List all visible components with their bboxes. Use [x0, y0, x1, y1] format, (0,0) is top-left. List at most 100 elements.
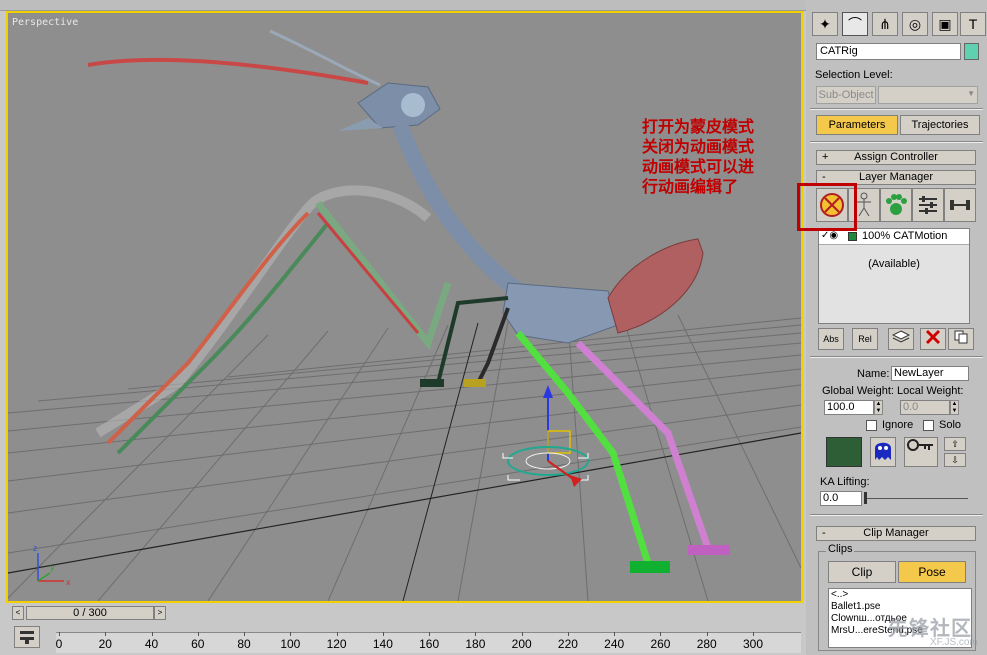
expand-icon: + — [822, 151, 829, 163]
selection-level-label: Selection Level: — [815, 69, 893, 81]
move-layer-up-button[interactable]: ⇧ — [944, 437, 966, 451]
layer-color-icon — [848, 232, 857, 241]
trajectories-tab[interactable]: Trajectories — [900, 115, 980, 135]
track-tick — [105, 632, 107, 636]
track-tick-label: 280 — [696, 637, 717, 651]
copy-layer-button[interactable] — [948, 328, 974, 350]
next-frame-button[interactable]: > — [154, 606, 166, 620]
clip-manager-rollout[interactable]: - Clip Manager — [816, 526, 976, 541]
solo-label: Solo — [939, 419, 962, 431]
track-tick-label: 20 — [98, 637, 112, 651]
stack-icon — [891, 330, 911, 343]
separator — [810, 141, 983, 143]
create-tab-icon[interactable]: ✦ — [812, 12, 838, 36]
track-tick — [660, 632, 662, 636]
perspective-viewport[interactable]: z x y Perspective — [6, 11, 803, 603]
track-tick — [521, 632, 523, 636]
sub-object-dropdown[interactable] — [878, 86, 978, 104]
layer-name-field[interactable]: NewLayer — [891, 366, 969, 381]
track-bar[interactable]: 0 20 40 60 80 100 120 140 160 180 200 220 240 260 280 3… — [8, 622, 803, 655]
dumbbell-icon — [950, 200, 970, 210]
track-tick — [614, 632, 616, 636]
watermark-sub: XF.JS.com — [930, 637, 978, 648]
ignore-checkbox[interactable] — [866, 420, 877, 431]
local-weight-field[interactable]: 0.0 — [900, 400, 950, 415]
svg-text:x: x — [66, 578, 71, 587]
layer-visibility-icon[interactable]: ✓◉ — [821, 230, 838, 241]
sliders-icon — [919, 196, 937, 214]
viewport-label[interactable]: Perspective — [12, 17, 78, 28]
solo-checkbox[interactable] — [923, 420, 934, 431]
separator — [810, 514, 983, 516]
parameters-tab[interactable]: Parameters — [816, 115, 898, 135]
assign-controller-rollout[interactable]: + Assign Controller — [816, 150, 976, 165]
weights-button[interactable] — [944, 188, 976, 222]
utilities-tab-icon[interactable]: T — [960, 12, 986, 36]
display-tab-icon[interactable]: ▣ — [932, 12, 958, 36]
separator — [810, 356, 983, 358]
global-weight-spinner[interactable]: ▲ ▼ — [874, 400, 883, 415]
modify-tab-icon[interactable]: ⌒ — [842, 12, 868, 36]
prev-frame-button[interactable]: < — [12, 606, 24, 620]
layer-color-swatch[interactable] — [826, 437, 862, 467]
ghost-icon — [875, 442, 891, 460]
clip-list-item[interactable]: <..> — [831, 589, 971, 601]
track-tick — [197, 632, 199, 636]
global-weight-field[interactable]: 100.0 — [824, 400, 874, 415]
local-weight-label: Local Weight: — [897, 385, 964, 397]
layer-list[interactable]: ✓◉ 100% CATMotion (Available) — [818, 228, 970, 324]
move-layer-down-button[interactable]: ⇩ — [944, 453, 966, 467]
track-tick-label: 300 — [742, 637, 764, 651]
key-icon — [907, 439, 933, 451]
command-panel-tabs: ✦ ⌒ ⋔ ◎ ▣ T — [810, 10, 986, 38]
object-name-field[interactable]: CATRig — [816, 43, 961, 60]
track-tick-label: 200 — [511, 637, 532, 651]
hierarchy-tab-icon[interactable]: ⋔ — [872, 12, 898, 36]
pose-button[interactable]: Pose — [898, 561, 966, 583]
annotation-text: 打开为蒙皮模式 关闭为动画模式 动画模式可以进 行动画编辑了 — [642, 117, 755, 196]
sub-object-button[interactable]: Sub-Object — [816, 86, 876, 104]
track-tick — [382, 632, 384, 636]
ka-lifting-label: KA Lifting: — [820, 476, 870, 488]
track-tick-label: 120 — [326, 637, 347, 651]
local-weight-spinner[interactable]: ▲ ▼ — [950, 400, 959, 415]
key-button[interactable] — [904, 437, 938, 467]
name-label: Name: — [857, 368, 890, 380]
paw-button[interactable] — [880, 188, 912, 222]
ka-lifting-slider-handle[interactable] — [864, 492, 867, 504]
track-tick — [59, 632, 60, 636]
track-tick — [151, 632, 153, 636]
time-slider[interactable]: < 0 / 300 > — [8, 605, 801, 622]
rollout-title: Clip Manager — [863, 527, 929, 539]
layer-settings-button[interactable] — [912, 188, 944, 222]
track-tick-label: 160 — [419, 637, 440, 651]
track-tick-label: 40 — [144, 637, 159, 651]
ghost-button[interactable] — [870, 437, 896, 467]
layer-available-slot[interactable]: (Available) — [819, 258, 969, 270]
separator — [810, 108, 983, 110]
motion-tab-icon[interactable]: ◎ — [902, 12, 928, 36]
track-tick — [706, 632, 708, 636]
highlight-box — [797, 183, 857, 231]
ka-lifting-field[interactable]: 0.0 — [820, 491, 862, 506]
add-abs-layer-button[interactable]: Abs — [818, 328, 844, 350]
layers-stack-button[interactable] — [888, 328, 914, 350]
track-bar-key-icon[interactable] — [14, 626, 40, 648]
main-toolbar-strip — [0, 0, 806, 11]
add-rel-layer-button[interactable]: Rel — [852, 328, 878, 350]
track-tick-label: 60 — [191, 637, 205, 651]
svg-text:z: z — [33, 544, 37, 553]
track-tick — [567, 632, 569, 636]
track-tick-label: 240 — [604, 637, 625, 651]
time-frame-display[interactable]: 0 / 300 — [26, 606, 154, 620]
object-color-swatch[interactable] — [964, 43, 979, 60]
button-label: Rel — [858, 334, 872, 344]
layer-row[interactable]: ✓◉ 100% CATMotion — [819, 229, 969, 245]
track-tick-label: 260 — [650, 637, 671, 651]
clip-button[interactable]: Clip — [828, 561, 896, 583]
delete-layer-button[interactable] — [920, 328, 946, 350]
ground-grid — [8, 314, 801, 601]
track-tick-label: 0 — [55, 637, 63, 651]
collapse-icon: - — [822, 527, 826, 539]
ka-lifting-slider-track[interactable] — [864, 498, 968, 499]
